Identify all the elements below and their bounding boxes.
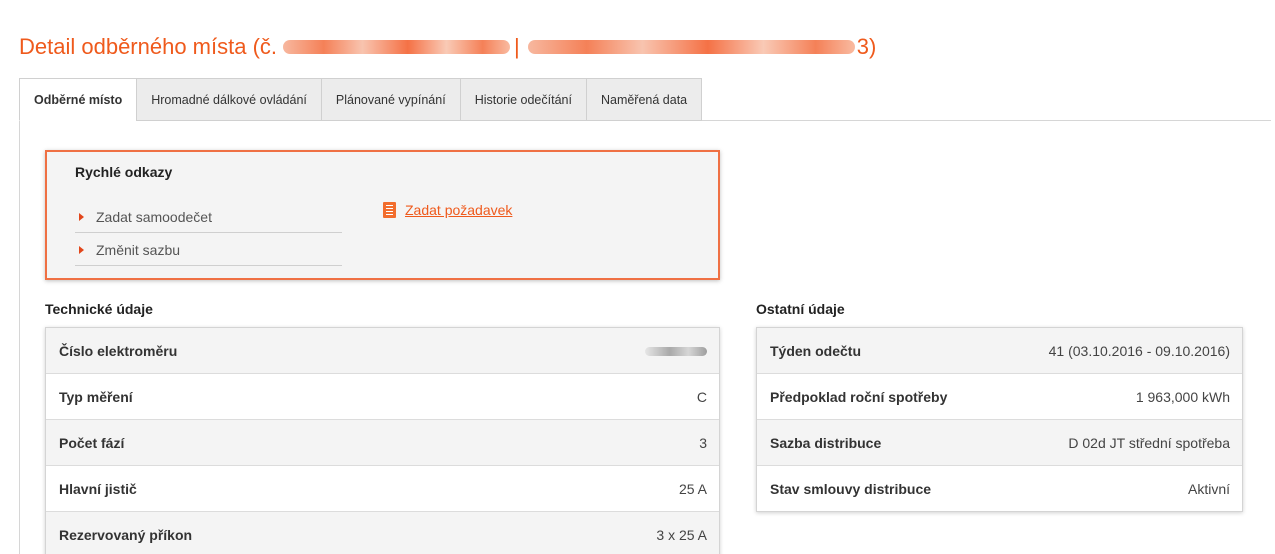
quick-link-zmenit-sazbu[interactable]: Změnit sazbu [75, 234, 342, 266]
tab-historie-odecitani[interactable]: Historie odečítání [459, 78, 586, 121]
row-label: Týden odečtu [770, 342, 862, 359]
row-label: Sazba distribuce [770, 434, 882, 451]
tab-bar-line [794, 120, 1271, 121]
other-table: Týden odečtu 41 (03.10.2016 - 09.10.2016… [756, 327, 1243, 512]
quick-link-label: Změnit sazbu [96, 241, 181, 258]
page-title-suffix: 3) [856, 34, 877, 59]
tab-hromadne-dalkove-ovladani[interactable]: Hromadné dálkové ovládání [136, 78, 321, 121]
redacted-id [283, 40, 511, 54]
row-label: Typ měření [59, 388, 133, 405]
row-value: C [696, 388, 707, 405]
table-row: Týden odečtu 41 (03.10.2016 - 09.10.2016… [757, 328, 1242, 374]
row-label: Stav smlouvy distribuce [770, 481, 932, 497]
tab-planovane-vypinani[interactable]: Plánované vypínání [320, 78, 460, 121]
quick-links-box: Rychlé odkazy Zadat samoodečet Změnit sa… [45, 150, 720, 280]
table-row: Počet fází 3 [46, 420, 719, 466]
redacted-meter-number [645, 346, 707, 356]
table-row: Hlavní jistič 25 A [46, 466, 719, 512]
technical-section-title: Technické údaje [45, 301, 153, 317]
row-label: Předpoklad roční spotřeby [770, 388, 948, 405]
row-value-redacted [645, 343, 707, 359]
zadat-pozadavek-link[interactable]: Zadat požadavek [383, 202, 512, 218]
row-label: Číslo elektroměru [59, 342, 178, 359]
redacted-id-2 [527, 40, 855, 54]
row-value: 41 (03.10.2016 - 09.10.2016) [1048, 342, 1230, 359]
quick-link-label: Zadat samoodečet [96, 208, 212, 225]
page-title-prefix: Detail odběrného místa (č. [19, 34, 278, 59]
zadat-pozadavek-label: Zadat požadavek [405, 202, 513, 218]
tab-odberne-misto[interactable]: Odběrné místo [19, 78, 137, 121]
page: Detail odběrného místa (č. | 3) Odběrné … [0, 0, 1275, 554]
tab-namerena-data[interactable]: Naměřená data [585, 78, 703, 121]
table-row: Typ měření C [46, 374, 719, 420]
row-label: Počet fází [59, 434, 125, 451]
row-value: Aktivní [1187, 481, 1230, 497]
tab-bar: Odběrné místo Hromadné dálkové ovládání … [19, 78, 703, 121]
table-row: Číslo elektroměru [46, 328, 719, 374]
row-value: 1 963,000 kWh [1135, 388, 1230, 405]
quick-link-zadat-samoodecet[interactable]: Zadat samoodečet [75, 201, 342, 233]
technical-table: Číslo elektroměru Typ měření C Počet fáz… [45, 327, 720, 554]
quick-links-title: Rychlé odkazy [75, 164, 173, 180]
page-title-separator: | [514, 34, 520, 59]
table-row: Sazba distribuce D 02d JT střední spotře… [757, 420, 1242, 466]
table-row: Stav smlouvy distribuce Aktivní [757, 466, 1242, 512]
document-list-icon [383, 202, 396, 218]
row-value: 25 A [678, 480, 707, 497]
table-row: Rezervovaný příkon 3 x 25 A [46, 512, 719, 554]
other-section-title: Ostatní údaje [756, 301, 845, 317]
row-value: 3 x 25 A [656, 527, 707, 543]
arrow-right-icon [79, 212, 84, 221]
row-label: Rezervovaný příkon [59, 527, 193, 543]
table-row: Předpoklad roční spotřeby 1 963,000 kWh [757, 374, 1242, 420]
row-label: Hlavní jistič [59, 480, 137, 497]
row-value: D 02d JT střední spotřeba [1068, 434, 1230, 451]
page-title: Detail odběrného místa (č. | 3) [19, 34, 876, 60]
arrow-right-icon [79, 245, 84, 254]
row-value: 3 [699, 434, 707, 451]
